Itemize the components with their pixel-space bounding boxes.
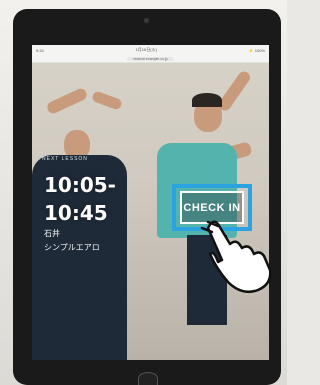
battery-indicator: ⚡ 100%: [248, 47, 265, 53]
front-camera-icon: [144, 18, 149, 23]
person-left-arm-2: [91, 90, 123, 111]
status-bar: 9:34 1月16日(火) ⚡ 100%: [32, 45, 269, 55]
lesson-name: シンプルエアロ: [44, 243, 100, 252]
pointing-hand-icon: [200, 220, 272, 293]
url-text: reserve.example.co.jp: [127, 56, 174, 61]
status-time: 9:34: [36, 47, 44, 53]
person-right-arm: [216, 69, 253, 113]
address-bar[interactable]: reserve.example.co.jp: [32, 55, 269, 63]
lesson-start-time: 10:05-: [44, 173, 116, 197]
lesson-end-time: 10:45: [44, 201, 108, 225]
person-left-arm: [45, 86, 89, 116]
person-right-hair: [192, 93, 222, 107]
home-button[interactable]: [138, 372, 158, 385]
instructor-name: 石井: [44, 229, 60, 238]
status-date: 1月16日(火): [135, 47, 157, 52]
next-lesson-label: NEXT LESSON: [42, 156, 88, 162]
